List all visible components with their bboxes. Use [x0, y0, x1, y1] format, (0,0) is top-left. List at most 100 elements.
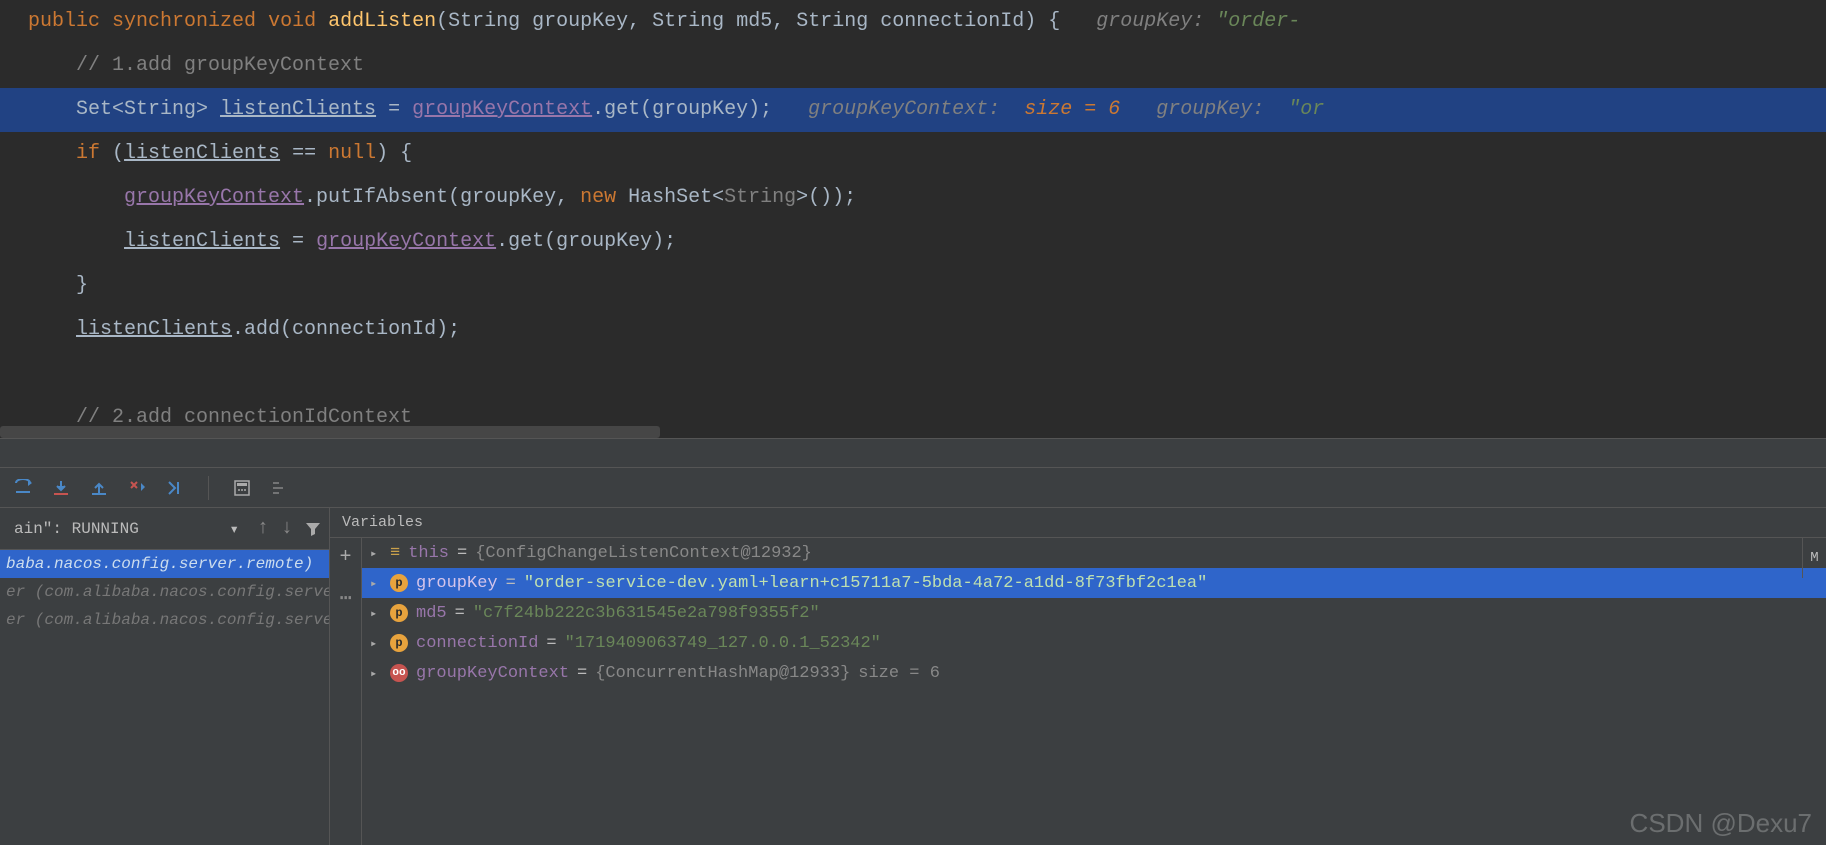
variable: listenClients — [220, 98, 376, 121]
code-line[interactable]: // 1.add groupKeyContext — [0, 44, 1826, 88]
code-line[interactable]: } — [0, 264, 1826, 308]
debug-toolbar — [0, 468, 1826, 508]
variable: listenClients — [124, 142, 280, 165]
code-text: = — [376, 98, 412, 121]
stack-frame-text: er (com.alibaba.nacos.config.server.re — [6, 583, 329, 601]
code-text: .get(groupKey); — [496, 230, 676, 253]
keyword: public — [28, 10, 100, 33]
expand-icon[interactable]: ▸ — [370, 666, 382, 681]
variables-header: Variables — [330, 508, 1826, 538]
stack-frame[interactable]: baba.nacos.config.server.remote) — [0, 550, 329, 578]
filter-icon[interactable] — [305, 521, 321, 537]
evaluate-expression-icon[interactable] — [233, 479, 251, 497]
code-text: .add(connectionId); — [232, 318, 460, 341]
variable-row[interactable]: ▸ p md5 = "c7f24bb222c3b631545e2a798f935… — [362, 598, 1826, 628]
variable: listenClients — [76, 318, 232, 341]
thread-state-label: ain": RUNNING — [14, 520, 139, 538]
prev-frame-icon[interactable]: ↑ — [257, 517, 269, 540]
parameter-badge-icon: p — [390, 634, 408, 652]
step-over-icon[interactable] — [14, 479, 32, 497]
inline-hint-label: groupKey: — [1096, 10, 1216, 33]
comment: // 1.add groupKeyContext — [28, 54, 364, 77]
expand-icon[interactable]: ▸ — [370, 606, 382, 621]
chevron-down-icon: ▾ — [229, 519, 239, 539]
code-line[interactable]: if if ( (listenClients == null) { — [0, 132, 1826, 176]
next-frame-icon[interactable]: ↓ — [281, 517, 293, 540]
stack-frame[interactable]: er (com.alibaba.nacos.config.server.re — [0, 606, 329, 634]
code-text: .get(groupKey); — [592, 98, 808, 121]
variable-row[interactable]: ▸ oo groupKeyContext = {ConcurrentHashMa… — [362, 658, 1826, 688]
keyword: new — [580, 186, 616, 209]
var-value: {ConcurrentHashMap@12933} — [595, 664, 850, 683]
run-to-cursor-icon[interactable] — [166, 479, 184, 497]
code-editor[interactable]: public synchronized void addListen(Strin… — [0, 0, 1826, 438]
this-icon: ≡ — [390, 544, 400, 563]
stack-frame[interactable]: er (com.alibaba.nacos.config.server.re — [0, 578, 329, 606]
step-out-icon[interactable] — [90, 479, 108, 497]
field-badge-icon: oo — [390, 664, 408, 682]
var-extra: size = 6 — [858, 664, 940, 683]
settings-icon[interactable] — [1802, 0, 1818, 1]
code-line[interactable]: groupKeyContext.putIfAbsent(groupKey, ne… — [0, 176, 1826, 220]
horizontal-scrollbar[interactable] — [0, 426, 660, 438]
thread-selector[interactable]: ain": RUNNING ▾ — [8, 519, 245, 539]
frames-panel: ain": RUNNING ▾ ↑ ↓ baba.nacos.config.se… — [0, 508, 330, 845]
expand-icon[interactable]: ▸ — [370, 636, 382, 651]
var-name: this — [408, 544, 449, 563]
side-tab[interactable]: M — [1802, 538, 1826, 578]
step-into-icon[interactable] — [52, 479, 70, 497]
code-text: Set<String> — [28, 98, 220, 121]
code-text: = — [280, 230, 316, 253]
expand-icon[interactable]: ▸ — [370, 576, 382, 591]
code-text: >()); — [796, 186, 856, 209]
inline-hint-value: "order- — [1216, 10, 1300, 33]
force-step-into-icon[interactable] — [128, 479, 146, 497]
var-name: connectionId — [416, 634, 538, 653]
expand-icon[interactable]: ▸ — [370, 546, 382, 561]
code-line-current[interactable]: Set<String> listenClients = groupKeyCont… — [0, 88, 1826, 132]
keyword: null — [328, 142, 376, 165]
add-watch-icon[interactable]: + — [339, 546, 351, 569]
code-text: ) { — [376, 142, 412, 165]
debug-panel-header[interactable] — [0, 438, 1826, 468]
variables-body: + ⋯ ▸ ≡ this = {ConfigChangeListenContex… — [330, 538, 1826, 845]
code-line[interactable]: listenClients = groupKeyContext.get(grou… — [0, 220, 1826, 264]
signature: (String groupKey, String md5, String con… — [436, 10, 1096, 33]
variable-row[interactable]: ▸ p groupKey = "order-service-dev.yaml+l… — [362, 568, 1826, 598]
code-line[interactable] — [0, 352, 1826, 396]
debug-lower-panel: ain": RUNNING ▾ ↑ ↓ baba.nacos.config.se… — [0, 508, 1826, 845]
keyword: void — [268, 10, 316, 33]
variable: listenClients — [124, 230, 280, 253]
trace-icon[interactable] — [271, 479, 289, 497]
var-name: md5 — [416, 604, 447, 623]
inline-hint-value: "or — [1288, 98, 1324, 121]
var-value: "1719409063749_127.0.0.1_52342" — [565, 634, 881, 653]
inline-hint-label: groupKeyContext: — [808, 98, 1024, 121]
code-line[interactable]: listenClients.add(connectionId); — [0, 308, 1826, 352]
keyword: synchronized — [112, 10, 256, 33]
field-ref: groupKeyContext — [316, 230, 496, 253]
inline-hint-label: groupKey: — [1156, 98, 1288, 121]
parameter-badge-icon: p — [390, 604, 408, 622]
stack-frame-text: er (com.alibaba.nacos.config.server.re — [6, 611, 329, 629]
var-name: groupKeyContext — [416, 664, 569, 683]
inline-hint-value: size = 6 — [1024, 98, 1120, 121]
variables-gutter: + ⋯ — [330, 538, 362, 845]
more-icon[interactable]: ⋯ — [339, 585, 351, 611]
var-name: groupKey — [416, 574, 498, 593]
eq: = — [455, 604, 465, 623]
code-line[interactable]: public synchronized void addListen(Strin… — [0, 0, 1826, 44]
field-ref: groupKeyContext — [124, 186, 304, 209]
code-text: } — [28, 274, 88, 297]
variables-list[interactable]: ▸ ≡ this = {ConfigChangeListenContext@12… — [362, 538, 1826, 845]
eq: = — [577, 664, 587, 683]
eq: = — [457, 544, 467, 563]
code-text: ( — [100, 142, 124, 165]
variable-row[interactable]: ▸ p connectionId = "1719409063749_127.0.… — [362, 628, 1826, 658]
call-stack[interactable]: baba.nacos.config.server.remote) er (com… — [0, 550, 329, 845]
frames-toolbar: ain": RUNNING ▾ ↑ ↓ — [0, 508, 329, 550]
code-text: == — [280, 142, 328, 165]
variable-row[interactable]: ▸ ≡ this = {ConfigChangeListenContext@12… — [362, 538, 1826, 568]
stack-frame-text: baba.nacos.config.server.remote) — [6, 555, 313, 573]
type-arg: String — [724, 186, 796, 209]
